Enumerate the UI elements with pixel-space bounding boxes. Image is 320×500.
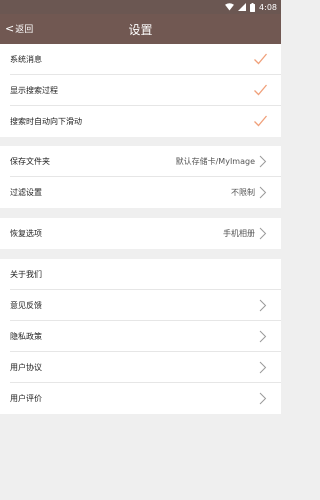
- status-bar: 4:08: [0, 0, 281, 14]
- setting-label: 隐私政策: [10, 332, 42, 341]
- setting-row-system-messages[interactable]: 系统消息: [0, 44, 281, 75]
- setting-row-user-review[interactable]: 用户评价: [0, 383, 281, 414]
- check-icon: [254, 115, 267, 127]
- setting-value: 默认存储卡/MyImage: [175, 157, 255, 166]
- chevron-right-icon: [259, 392, 267, 405]
- settings-group-storage: 保存文件夹 默认存储卡/MyImage 过滤设置 不限制: [0, 146, 281, 208]
- setting-label: 意见反馈: [10, 301, 42, 310]
- setting-label: 关于我们: [10, 270, 42, 279]
- settings-group-about: 关于我们 意见反馈 隐私政策 用户协议 用户评价: [0, 259, 281, 414]
- signal-icon: [238, 3, 247, 11]
- setting-row-about-us[interactable]: 关于我们: [0, 259, 281, 290]
- setting-row-restore-option[interactable]: 恢复选项 手机相册: [0, 218, 281, 249]
- settings-group-toggles: 系统消息 显示搜索过程 搜索时自动向下滑动: [0, 44, 281, 137]
- setting-label: 保存文件夹: [10, 157, 50, 166]
- status-time: 4:08: [259, 2, 277, 12]
- wifi-icon: [225, 3, 234, 11]
- setting-row-filter[interactable]: 过滤设置 不限制: [0, 177, 281, 208]
- page-title: 设置: [128, 23, 153, 37]
- setting-label: 搜索时自动向下滑动: [10, 117, 82, 126]
- setting-row-auto-scroll[interactable]: 搜索时自动向下滑动: [0, 106, 281, 137]
- chevron-right-icon: [259, 299, 267, 312]
- chevron-right-icon: [259, 186, 267, 199]
- setting-label: 恢复选项: [10, 229, 42, 238]
- check-icon: [254, 53, 267, 65]
- setting-row-privacy-policy[interactable]: 隐私政策: [0, 321, 281, 352]
- chevron-right-icon: [259, 227, 267, 240]
- setting-row-feedback[interactable]: 意见反馈: [0, 290, 281, 321]
- setting-label: 用户协议: [10, 363, 42, 372]
- settings-group-restore: 恢复选项 手机相册: [0, 218, 281, 249]
- setting-label: 用户评价: [10, 394, 42, 403]
- setting-row-show-search-process[interactable]: 显示搜索过程: [0, 75, 281, 106]
- app-bar: < 返回 设置: [0, 14, 281, 44]
- setting-value: 手机相册: [223, 229, 255, 238]
- chevron-right-icon: [259, 155, 267, 168]
- setting-label: 过滤设置: [10, 188, 42, 197]
- chevron-right-icon: [259, 361, 267, 374]
- setting-row-save-folder[interactable]: 保存文件夹 默认存储卡/MyImage: [0, 146, 281, 177]
- setting-row-user-agreement[interactable]: 用户协议: [0, 352, 281, 383]
- chevron-right-icon: [259, 330, 267, 343]
- setting-label: 显示搜索过程: [10, 86, 58, 95]
- setting-value: 不限制: [231, 188, 255, 197]
- check-icon: [254, 84, 267, 96]
- setting-label: 系统消息: [10, 55, 42, 64]
- battery-icon: [250, 2, 256, 12]
